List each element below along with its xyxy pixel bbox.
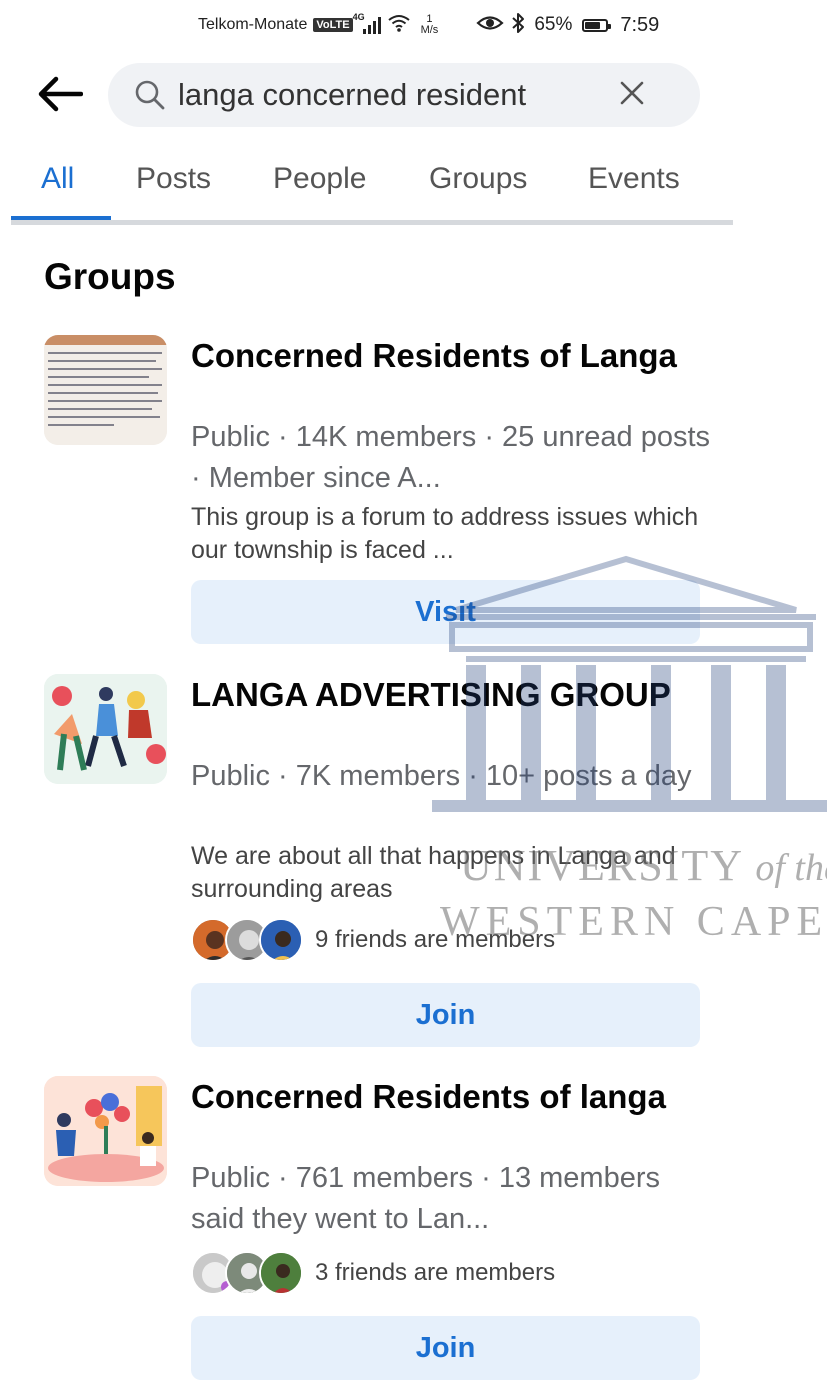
tab-groups[interactable]: Groups xyxy=(429,162,527,196)
status-time: 7:59 xyxy=(620,13,660,36)
friends-members-row: 3 friends are members xyxy=(191,1251,555,1295)
signal-icon: 4G xyxy=(353,12,381,34)
avatar xyxy=(259,1251,303,1295)
active-tab-indicator xyxy=(11,216,111,220)
group-meta: Public · 761 members · 13 members said t… xyxy=(191,1162,660,1235)
watermark-text: WESTERN CAPE xyxy=(440,899,827,945)
group-name[interactable]: Concerned Residents of Langa xyxy=(191,335,711,376)
watermark-text: UNIVERSITY of the xyxy=(460,840,827,891)
friend-avatars xyxy=(191,1251,303,1295)
close-icon xyxy=(619,80,645,111)
visit-group-button[interactable]: Visit xyxy=(191,580,700,644)
battery-icon xyxy=(582,18,612,32)
volte-badge: VoLTE xyxy=(313,18,353,32)
tab-events[interactable]: Events xyxy=(588,162,680,196)
tab-posts[interactable]: Posts xyxy=(136,162,211,196)
group-thumbnail[interactable] xyxy=(44,1076,167,1186)
clear-search-button[interactable] xyxy=(612,75,652,115)
network-speed: 1 M/s xyxy=(421,14,439,36)
friends-count-text: 3 friends are members xyxy=(315,1259,556,1286)
group-name[interactable]: LANGA ADVERTISING GROUP xyxy=(191,674,711,715)
join-group-button[interactable]: Join xyxy=(191,1316,700,1380)
tab-people[interactable]: People xyxy=(273,162,366,196)
watermark-of-the: of the xyxy=(755,847,827,889)
tab-all[interactable]: All xyxy=(41,162,74,196)
search-icon xyxy=(134,79,166,111)
avatar xyxy=(259,918,303,962)
back-button[interactable] xyxy=(36,74,84,118)
section-title: Groups xyxy=(44,256,176,297)
group-thumbnail[interactable] xyxy=(44,335,167,445)
eye-icon xyxy=(476,14,504,37)
watermark-university: UNIVERSITY xyxy=(460,841,743,890)
search-bar[interactable] xyxy=(108,63,700,127)
wifi-icon xyxy=(387,13,411,38)
bluetooth-icon xyxy=(510,12,526,39)
status-bar: Telkom-Monate VoLTE 4G 1 M/s 65% 7:59 xyxy=(198,10,659,40)
network-type: 4G xyxy=(352,12,365,22)
network-speed-unit: M/s xyxy=(420,24,439,36)
join-group-button[interactable]: Join xyxy=(191,983,700,1047)
group-description: This group is a forum to address issues … xyxy=(191,503,699,564)
friend-avatars xyxy=(191,918,303,962)
carrier-name: Telkom-Monate xyxy=(198,16,308,33)
group-name[interactable]: Concerned Residents of langa xyxy=(191,1076,711,1117)
search-filter-tabs: All Posts People Groups Events xyxy=(11,150,733,226)
group-thumbnail[interactable] xyxy=(44,674,167,784)
tabs-divider xyxy=(11,220,733,225)
group-meta: Public · 14K members · 25 unread posts ·… xyxy=(191,421,711,494)
battery-percent: 65% xyxy=(534,14,573,35)
group-meta: Public · 7K members · 10+ posts a day xyxy=(191,760,692,792)
search-input[interactable] xyxy=(178,77,598,113)
back-arrow-icon xyxy=(37,76,84,117)
